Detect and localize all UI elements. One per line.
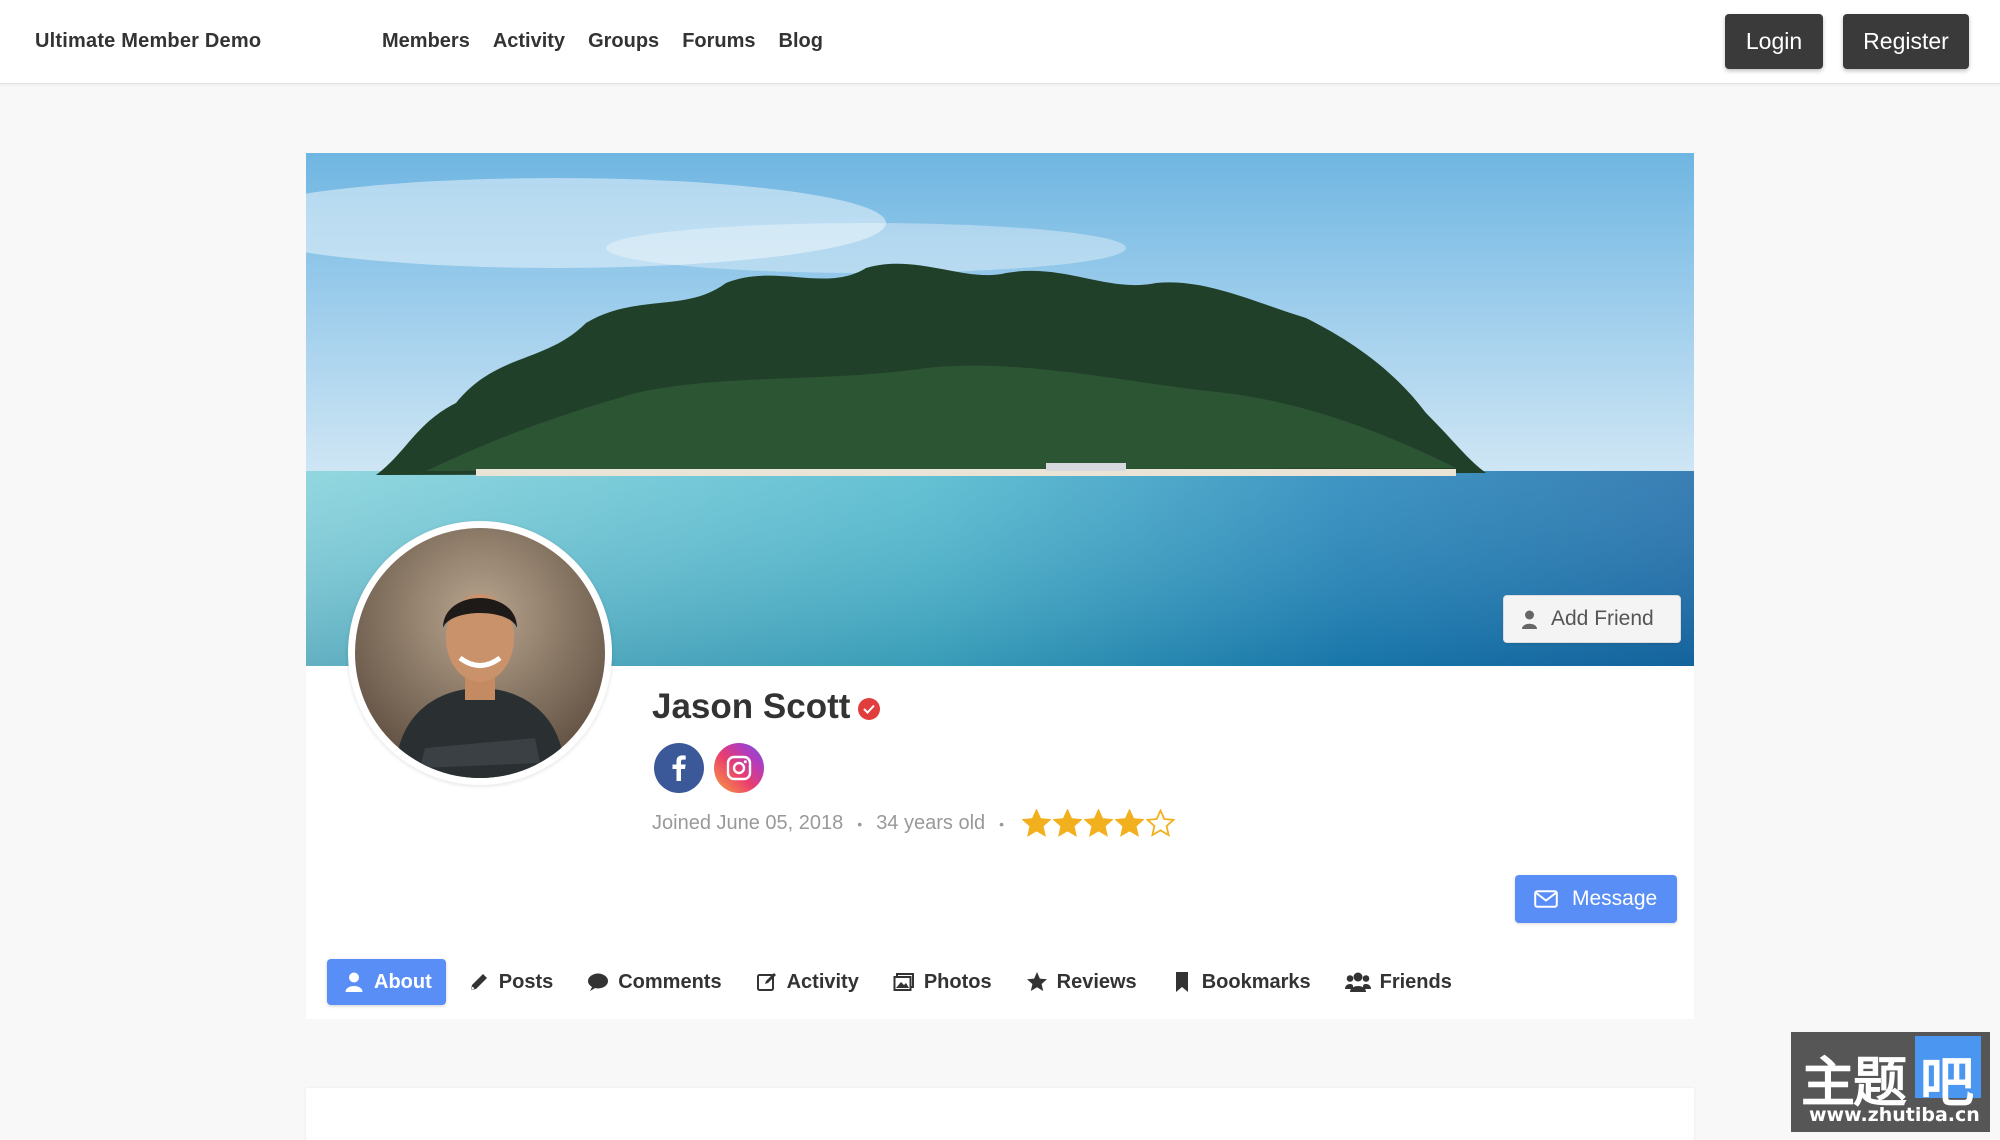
photos-icon [893,973,914,991]
separator-dot: • [857,815,863,832]
nav-link-activity[interactable]: Activity [493,30,565,53]
profile-name-text: Jason Scott [652,687,851,726]
tab-label: Comments [618,970,722,993]
tab-activity[interactable]: Activity [743,959,872,1005]
tab-label: Bookmarks [1201,970,1311,993]
top-navigation-bar: Ultimate Member Demo Members Activity Gr… [0,0,2000,84]
watermark-box: 吧 [1915,1036,1981,1114]
tab-friends[interactable]: Friends [1332,959,1465,1005]
star-empty-icon [1146,809,1176,837]
edit-icon [756,973,776,991]
nav-link-blog[interactable]: Blog [779,30,823,53]
star-icon [1026,972,1047,991]
star-filled-icon [1022,809,1052,837]
main-nav: Members Activity Groups Forums Blog [382,30,823,53]
joined-date: Joined June 05, 2018 [652,812,844,834]
tab-label: Photos [923,970,992,993]
nav-link-members[interactable]: Members [382,30,470,53]
instagram-icon[interactable] [714,743,764,793]
age: 34 years old [876,812,986,834]
users-icon [1344,972,1371,992]
social-links [654,743,764,793]
user-icon [1522,610,1537,629]
site-title[interactable]: Ultimate Member Demo [35,30,261,53]
tab-label: Posts [498,970,554,993]
star-filled-icon [1053,809,1083,837]
star-filled-icon [1084,809,1114,837]
watermark-logo: 主题 吧 www.zhutiba.cn [1791,1032,1990,1132]
tab-comments[interactable]: Comments [574,959,734,1005]
facebook-icon[interactable] [654,743,704,793]
profile-card: Add Friend Jason Scott Joined June 05, 2… [306,153,1694,1019]
tab-label: About [374,970,432,993]
add-friend-label: Add Friend [1551,607,1654,630]
pencil-icon [470,974,487,990]
verified-icon [858,698,881,720]
login-button[interactable]: Login [1725,14,1823,69]
add-friend-button[interactable]: Add Friend [1503,595,1681,643]
tab-posts[interactable]: Posts [455,959,566,1005]
watermark-url: www.zhutiba.cn [1809,1104,1980,1126]
message-button[interactable]: Message [1515,875,1677,923]
tab-reviews[interactable]: Reviews [1013,959,1150,1005]
tab-label: Activity [786,970,859,993]
tab-label: Friends [1379,970,1452,993]
message-label: Message [1572,887,1658,910]
tab-label: Reviews [1056,970,1137,993]
profile-tabs: About Posts Comments Activity Photos Rev… [327,959,1473,1005]
register-button[interactable]: Register [1843,14,1969,69]
nav-link-forums[interactable]: Forums [682,30,755,53]
nav-link-groups[interactable]: Groups [588,30,659,53]
tab-about[interactable]: About [327,959,446,1005]
bookmark-icon [1175,972,1188,992]
profile-name: Jason Scott [652,687,881,727]
separator-dot: • [999,815,1005,832]
rating-stars [1022,809,1176,838]
profile-content-card [306,1088,1694,1140]
comment-icon [588,973,609,991]
profile-photo [355,528,605,778]
profile-meta: Joined June 05, 2018 • 34 years old • [652,809,1176,838]
user-icon [345,972,363,992]
avatar[interactable] [348,521,612,785]
tab-bookmarks[interactable]: Bookmarks [1158,959,1324,1005]
tab-photos[interactable]: Photos [880,959,1005,1005]
star-filled-icon [1115,809,1145,837]
envelope-icon [1534,890,1558,908]
